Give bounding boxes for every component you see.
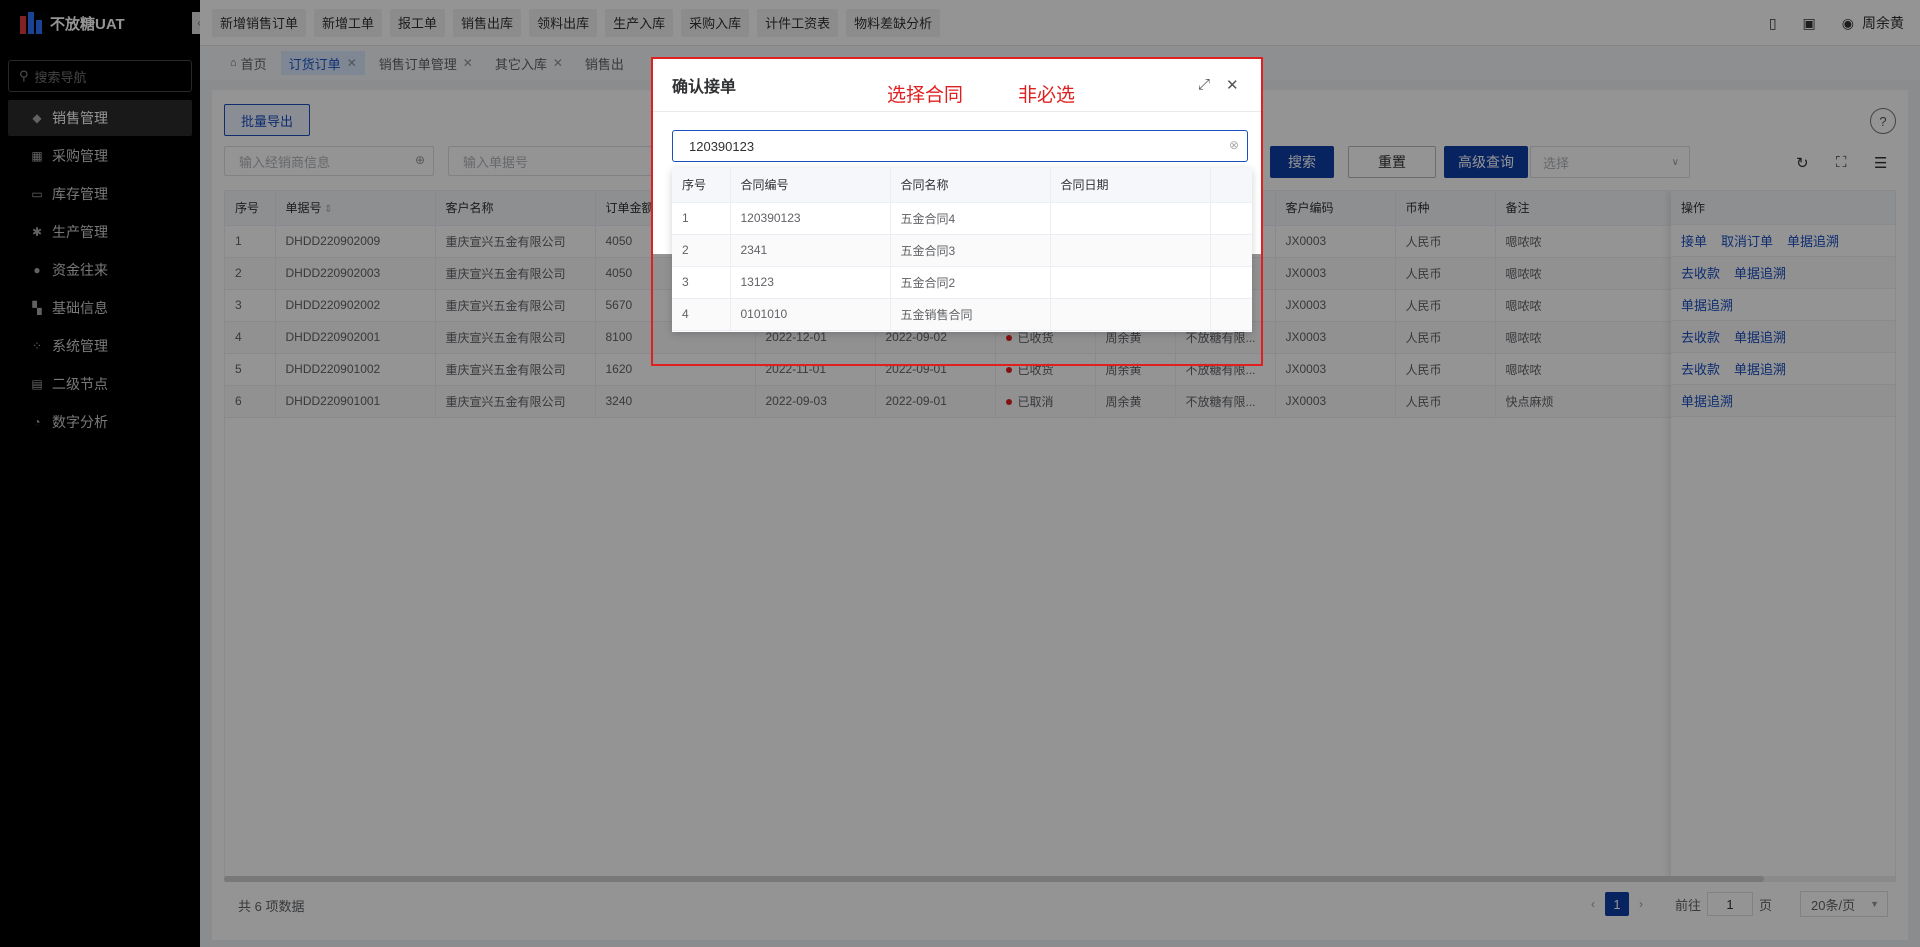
contract-column-header [1210,168,1252,203]
contract-column-header: 合同编号 [730,168,891,203]
contract-cell [1210,202,1252,235]
contract-cell [1050,266,1211,299]
clear-icon[interactable]: ⊗ [1229,138,1239,152]
close-icon[interactable]: ✕ [1226,76,1239,94]
contract-cell [1050,234,1211,267]
contract-cell: 1 [672,202,731,235]
contract-cell: 五金合同4 [890,202,1051,235]
maximize-icon[interactable]: ⤢ [1198,76,1210,93]
contract-table-body: 1 120390123 五金合同4 2 2341 五金合同3 3 13123 五金合同2 4 010… [672,202,1252,331]
contract-input-value: 120390123 [689,138,755,154]
contract-row[interactable]: 4 0101010 五金销售合同 [672,298,1252,331]
contract-cell: 3 [672,266,731,299]
dialog-header: 确认接单 选择合同 非必选 ⤢ ✕ [652,58,1262,112]
contract-column-header: 合同日期 [1050,168,1211,203]
contract-cell [1210,298,1252,331]
contract-cell [1210,234,1252,267]
contract-table-header: 序号 合同编号 合同名称 合同日期 [672,168,1252,203]
dialog-title: 确认接单 [672,78,737,96]
contract-cell: 五金销售合同 [890,298,1051,331]
contract-cell: 4 [672,298,731,331]
annotation-select-contract: 选择合同 [887,85,964,106]
contract-cell [1050,298,1211,331]
contract-cell [1050,202,1211,235]
contract-search-input[interactable]: 120390123 ⊗ [672,130,1248,162]
contract-cell: 0101010 [730,298,891,331]
contract-cell: 五金合同3 [890,234,1051,267]
contract-row[interactable]: 2 2341 五金合同3 [672,234,1252,267]
contract-cell: 120390123 [730,202,891,235]
contract-column-header: 合同名称 [890,168,1051,203]
contract-dropdown: 序号 合同编号 合同名称 合同日期 1 120390123 五金合同4 2 2341 五金合同3… [672,168,1252,332]
contract-cell: 13123 [730,266,891,299]
contract-cell: 五金合同2 [890,266,1051,299]
contract-cell: 2 [672,234,731,267]
contract-row[interactable]: 3 13123 五金合同2 [672,266,1252,299]
contract-column-header: 序号 [672,168,731,203]
contract-cell: 2341 [730,234,891,267]
contract-row[interactable]: 1 120390123 五金合同4 [672,202,1252,235]
contract-cell [1210,266,1252,299]
annotation-optional: 非必选 [1018,85,1076,106]
